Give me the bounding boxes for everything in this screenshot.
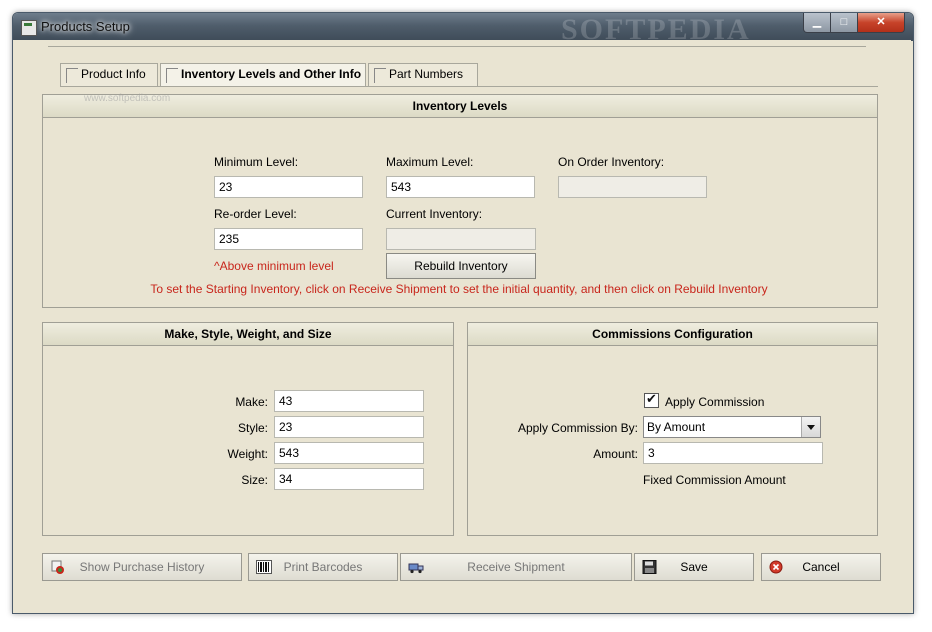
apply-commission-by-select[interactable]: By Amount xyxy=(643,416,821,438)
chevron-down-icon[interactable] xyxy=(801,417,820,437)
save-button[interactable]: Save xyxy=(634,553,754,581)
select-value: By Amount xyxy=(647,420,706,434)
style-input[interactable] xyxy=(274,416,424,438)
tab-part-numbers[interactable]: Part Numbers xyxy=(368,63,478,86)
apply-commission-checkbox[interactable] xyxy=(644,391,659,408)
receive-shipment-button[interactable]: Receive Shipment xyxy=(400,553,632,581)
tab-checkbox-icon xyxy=(166,68,178,83)
minimize-button[interactable]: ▁ xyxy=(803,13,831,33)
tab-label: Part Numbers xyxy=(389,67,464,81)
app-icon xyxy=(21,20,37,36)
show-purchase-history-button[interactable]: Show Purchase History xyxy=(42,553,242,581)
close-button[interactable]: ✕ xyxy=(857,13,905,33)
reorder-note: ^Above minimum level xyxy=(214,259,334,273)
on-order-inventory-label: On Order Inventory: xyxy=(558,155,665,169)
make-style-header: Make, Style, Weight, and Size xyxy=(43,323,453,346)
commissions-header: Commissions Configuration xyxy=(468,323,877,346)
inventory-hint: To set the Starting Inventory, click on … xyxy=(150,282,768,296)
window-title: Products Setup xyxy=(41,19,130,34)
make-label: Make: xyxy=(235,395,268,409)
maximum-level-label: Maximum Level: xyxy=(386,155,474,169)
reorder-level-label: Re-order Level: xyxy=(214,207,297,221)
print-barcodes-button[interactable]: Print Barcodes xyxy=(248,553,398,581)
weight-input[interactable] xyxy=(274,442,424,464)
button-label: Save xyxy=(680,560,708,574)
make-input[interactable] xyxy=(274,390,424,412)
tab-inventory-levels[interactable]: Inventory Levels and Other Info xyxy=(160,63,366,86)
tab-checkbox-icon xyxy=(374,68,386,83)
minimum-level-label: Minimum Level: xyxy=(214,155,299,169)
title-bar[interactable]: Products Setup SOFTPEDIA ▁ □ ✕ xyxy=(13,13,913,46)
rebuild-inventory-button[interactable]: Rebuild Inventory xyxy=(386,253,536,279)
apply-commission-label: Apply Commission xyxy=(665,395,765,409)
tab-strip-line xyxy=(48,46,866,47)
minimum-level-input[interactable] xyxy=(214,176,363,198)
amount-input[interactable] xyxy=(643,442,823,464)
maximum-level-input[interactable] xyxy=(386,176,535,198)
button-label: Cancel xyxy=(802,560,840,574)
apply-commission-by-label: Apply Commission By: xyxy=(517,421,638,435)
button-label: Show Purchase History xyxy=(79,560,205,574)
size-input[interactable] xyxy=(274,468,424,490)
amount-label: Amount: xyxy=(593,447,638,461)
tab-label: Inventory Levels and Other Info xyxy=(181,67,362,81)
weight-label: Weight: xyxy=(227,447,268,461)
cancel-button[interactable]: Cancel xyxy=(761,553,881,581)
site-watermark: www.softpedia.com xyxy=(84,93,171,104)
style-label: Style: xyxy=(237,421,268,435)
button-label: Print Barcodes xyxy=(283,560,363,574)
tab-product-info[interactable]: Product Info xyxy=(60,63,158,86)
current-inventory-label: Current Inventory: xyxy=(386,207,483,221)
size-label: Size: xyxy=(241,473,268,487)
button-label: Receive Shipment xyxy=(467,560,565,574)
tab-checkbox-icon xyxy=(66,68,78,83)
current-inventory-field xyxy=(386,228,536,250)
fixed-commission-label: Fixed Commission Amount xyxy=(643,473,786,487)
tab-baseline xyxy=(60,86,878,87)
tab-label: Product Info xyxy=(81,67,146,81)
reorder-level-input[interactable] xyxy=(214,228,363,250)
maximize-button[interactable]: □ xyxy=(830,13,858,33)
on-order-inventory-field xyxy=(558,176,707,198)
